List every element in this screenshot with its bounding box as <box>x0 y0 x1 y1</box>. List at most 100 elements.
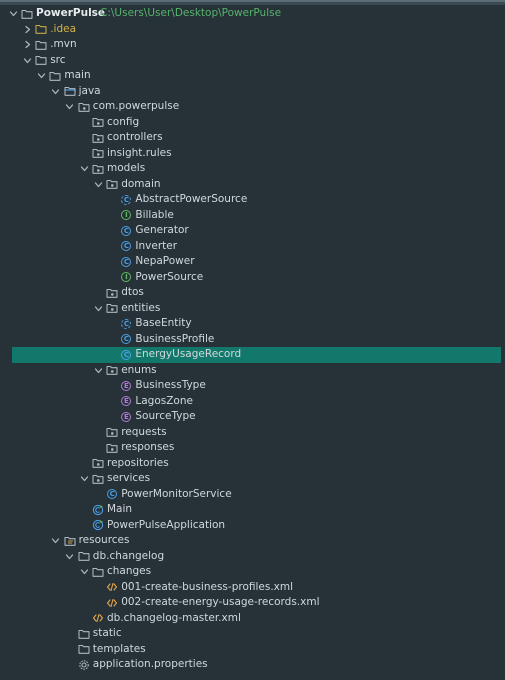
tree-node[interactable]: Main <box>0 502 505 518</box>
tree-node-label: PowerPulseApplication <box>107 518 226 531</box>
tree-node[interactable]: E SourceType <box>0 409 505 425</box>
tree-node[interactable]: dtos <box>0 285 505 301</box>
tree-node-label: .mvn <box>50 38 77 50</box>
tree-node-label: responses <box>121 441 175 453</box>
tree-node[interactable]: requests <box>0 425 505 441</box>
tree-node[interactable]: C BaseEntity <box>0 316 505 332</box>
tree-node[interactable]: C NepaPower <box>0 254 505 270</box>
chevron-down-icon[interactable] <box>92 178 104 190</box>
tree-node-label: 001-create-business-profiles.xml <box>121 580 294 593</box>
tree-node[interactable]: controllers <box>0 130 505 146</box>
tree-node[interactable]: application.properties <box>0 657 505 673</box>
tree-node-label: PowerPulse <box>36 7 106 19</box>
tree-node-label: resources <box>78 534 130 546</box>
folder-icon <box>78 550 90 562</box>
class-icon: C <box>120 225 132 237</box>
tree-node[interactable]: 002-create-energy-usage-records.xml <box>0 595 505 611</box>
tree-node[interactable]: E BusinessType <box>0 378 505 394</box>
tree-node[interactable]: I Billable <box>0 208 505 224</box>
header-accent <box>0 0 505 2</box>
chevron-down-icon[interactable] <box>35 70 47 82</box>
chevron-down-icon[interactable] <box>50 535 62 547</box>
tree-node[interactable]: models <box>0 161 505 177</box>
chevron-right-icon[interactable] <box>21 23 33 35</box>
package-icon <box>106 302 118 314</box>
tree-node[interactable]: .idea <box>0 22 505 38</box>
tree-node[interactable]: PowerPulseApplication <box>0 518 505 534</box>
chevron-down-icon[interactable] <box>78 566 90 578</box>
tree-node[interactable]: changes <box>0 564 505 580</box>
enum-icon: E <box>120 380 132 392</box>
resources-folder-icon <box>64 535 76 547</box>
chevron-down-icon[interactable] <box>78 473 90 485</box>
tree-node[interactable]: enums <box>0 363 505 379</box>
chevron-down-icon[interactable] <box>21 54 33 66</box>
chevron-down-icon[interactable] <box>64 101 76 113</box>
chevron-right-icon[interactable] <box>21 39 33 51</box>
tree-node[interactable]: entities <box>0 301 505 317</box>
tree-node-label: repositories <box>107 456 169 469</box>
tree-node[interactable]: C AbstractPowerSource <box>0 192 505 208</box>
tree-node-label: services <box>107 472 151 484</box>
tree-node[interactable]: templates <box>0 642 505 658</box>
chevron-down-icon[interactable] <box>92 364 104 376</box>
tree-node-label: 002-create-energy-usage-records.xml <box>121 596 320 608</box>
chevron-down-icon[interactable] <box>64 550 76 562</box>
chevron-down-icon[interactable] <box>92 302 104 314</box>
tree-node[interactable]: responses <box>0 440 505 456</box>
tree-node[interactable]: insight.rules <box>0 146 505 162</box>
tree-node-label: changes <box>107 565 152 577</box>
chevron-down-icon[interactable] <box>7 8 19 20</box>
tree-node-label: main <box>64 69 91 81</box>
tree-node[interactable]: config <box>0 115 505 131</box>
tree-node[interactable]: C EnergyUsageRecord <box>0 347 505 363</box>
package-icon <box>92 132 104 144</box>
tree-node[interactable]: db.changelog-master.xml <box>0 611 505 627</box>
tree-node[interactable]: C PowerMonitorService <box>0 487 505 503</box>
tree-node[interactable]: domain <box>0 177 505 193</box>
xml-icon <box>92 612 104 624</box>
xml-icon <box>106 597 118 609</box>
tree-node[interactable]: E LagosZone <box>0 394 505 410</box>
tree-node[interactable]: static <box>0 626 505 642</box>
tree-node-label: Main <box>107 503 133 515</box>
class-icon: C <box>120 256 132 268</box>
tree-node-label: Inverter <box>135 239 178 252</box>
tree-node-label: controllers <box>107 131 163 143</box>
tree-node[interactable]: com.powerpulse <box>0 99 505 115</box>
package-icon <box>92 116 104 128</box>
tree-node[interactable]: 001-create-business-profiles.xml <box>0 580 505 596</box>
tree-node[interactable]: C BusinessProfile <box>0 332 505 348</box>
package-icon <box>92 163 104 175</box>
chevron-down-icon[interactable] <box>50 85 62 97</box>
tree-node[interactable]: repositories <box>0 456 505 472</box>
tree-node[interactable]: C Inverter <box>0 239 505 255</box>
tool-window-header <box>0 0 505 5</box>
tree-node[interactable]: services <box>0 471 505 487</box>
runnable-class-icon <box>92 504 104 516</box>
folder-icon <box>78 643 90 655</box>
interface-icon: I <box>120 209 132 221</box>
tree-node[interactable]: src <box>0 53 505 69</box>
tree-node[interactable]: db.changelog <box>0 549 505 565</box>
tree-node[interactable]: PowerPulse C:\Users\User\Desktop\PowerPul… <box>0 6 505 22</box>
interface-icon: I <box>120 271 132 283</box>
class-icon: C <box>120 333 132 345</box>
tree-node-label: AbstractPowerSource <box>135 193 248 205</box>
folder-icon <box>49 70 61 82</box>
tree-node-label: PowerSource <box>135 270 204 283</box>
source-folder-icon <box>64 85 76 97</box>
tree-node[interactable]: .mvn <box>0 37 505 53</box>
tree-node-label: BaseEntity <box>135 317 192 329</box>
tree-node[interactable]: resources <box>0 533 505 549</box>
tree-node-label: LagosZone <box>135 394 193 407</box>
tree-node-label: models <box>107 162 146 174</box>
tree-node[interactable]: I PowerSource <box>0 270 505 286</box>
folder-icon <box>78 628 90 640</box>
chevron-down-icon[interactable] <box>78 163 90 175</box>
tree-node[interactable]: main <box>0 68 505 84</box>
tree-node-label: SourceType <box>135 410 196 422</box>
tree-node[interactable]: C Generator <box>0 223 505 239</box>
tree-node-label: BusinessProfile <box>135 332 215 345</box>
tree-node[interactable]: java <box>0 84 505 100</box>
